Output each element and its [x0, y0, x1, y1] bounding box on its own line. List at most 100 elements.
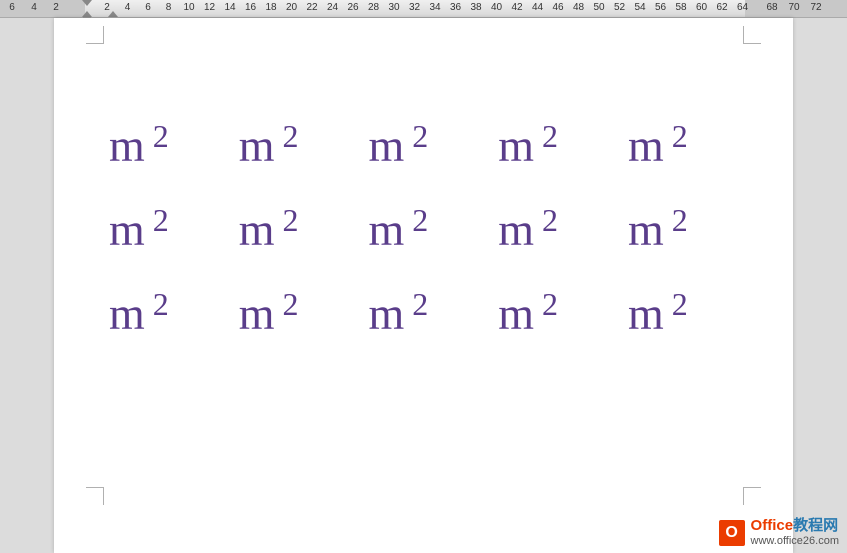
text-cell[interactable]: m2	[369, 202, 479, 256]
cell-superscript: 2	[672, 202, 688, 238]
watermark-logo-icon: O	[719, 520, 745, 546]
ruler-number: 68	[766, 2, 777, 13]
cell-superscript: 2	[672, 286, 688, 322]
cell-superscript: 2	[412, 118, 428, 154]
cell-base: m	[109, 204, 145, 255]
text-cell[interactable]: m2	[628, 202, 738, 256]
horizontal-ruler[interactable]: 6422468101214161820222426283032343638404…	[0, 0, 847, 18]
ruler-number: 32	[409, 2, 420, 13]
cell-superscript: 2	[542, 118, 558, 154]
ruler-number: 24	[327, 2, 338, 13]
ruler-number: 72	[810, 2, 821, 13]
ruler-number: 48	[573, 2, 584, 13]
cell-base: m	[498, 204, 534, 255]
cell-base: m	[369, 288, 405, 339]
text-cell[interactable]: m2	[109, 202, 219, 256]
text-cell[interactable]: m2	[628, 286, 738, 340]
ruler-number: 50	[593, 2, 604, 13]
text-cell[interactable]: m2	[239, 118, 349, 172]
ruler-number: 70	[788, 2, 799, 13]
text-cell[interactable]: m2	[369, 118, 479, 172]
ruler-number: 34	[429, 2, 440, 13]
ruler-number: 54	[634, 2, 645, 13]
text-cell[interactable]: m2	[109, 286, 219, 340]
document-content[interactable]: m2m2m2m2m2m2m2m2m2m2m2m2m2m2m2	[109, 118, 738, 370]
text-row: m2m2m2m2m2	[109, 286, 738, 340]
text-cell[interactable]: m2	[498, 286, 608, 340]
cell-base: m	[369, 204, 405, 255]
cell-superscript: 2	[672, 118, 688, 154]
cell-base: m	[239, 120, 275, 171]
ruler-number: 62	[716, 2, 727, 13]
margin-corner-br	[743, 487, 761, 505]
ruler-number: 20	[286, 2, 297, 13]
watermark-title-1: Office	[751, 517, 794, 534]
cell-base: m	[239, 204, 275, 255]
ruler-number: 40	[491, 2, 502, 13]
ruler-number: 58	[675, 2, 686, 13]
ruler-number: 38	[470, 2, 481, 13]
ruler-number: 12	[204, 2, 215, 13]
cell-superscript: 2	[542, 286, 558, 322]
text-row: m2m2m2m2m2	[109, 118, 738, 172]
cell-base: m	[628, 204, 664, 255]
text-cell[interactable]: m2	[109, 118, 219, 172]
watermark-title-2: 教程网	[793, 517, 838, 534]
watermark: O Office教程网 www.office26.com	[719, 518, 839, 547]
margin-corner-bl	[86, 487, 104, 505]
margin-corner-tl	[86, 26, 104, 44]
text-cell[interactable]: m2	[498, 118, 608, 172]
ruler-number: 2	[53, 2, 59, 13]
ruler-number: 60	[696, 2, 707, 13]
ruler-number: 52	[614, 2, 625, 13]
cell-base: m	[628, 120, 664, 171]
ruler-number: 14	[224, 2, 235, 13]
first-line-indent-marker[interactable]	[82, 0, 92, 6]
cell-superscript: 2	[153, 118, 169, 154]
text-cell[interactable]: m2	[498, 202, 608, 256]
ruler-number: 8	[166, 2, 172, 13]
ruler-number: 6	[9, 2, 15, 13]
ruler-number: 4	[125, 2, 131, 13]
cell-superscript: 2	[153, 286, 169, 322]
cell-base: m	[109, 288, 145, 339]
ruler-number: 6	[145, 2, 151, 13]
cell-base: m	[498, 120, 534, 171]
cell-base: m	[109, 120, 145, 171]
margin-corner-tr	[743, 26, 761, 44]
ruler-number: 22	[306, 2, 317, 13]
ruler-number: 30	[388, 2, 399, 13]
cell-superscript: 2	[153, 202, 169, 238]
watermark-text: Office教程网 www.office26.com	[751, 518, 839, 547]
cell-superscript: 2	[283, 118, 299, 154]
text-cell[interactable]: m2	[239, 286, 349, 340]
ruler-number: 44	[532, 2, 543, 13]
cell-base: m	[239, 288, 275, 339]
watermark-url: www.office26.com	[751, 535, 839, 547]
ruler-number: 56	[655, 2, 666, 13]
tab-marker[interactable]	[108, 11, 118, 17]
cell-superscript: 2	[283, 286, 299, 322]
ruler-number: 36	[450, 2, 461, 13]
ruler-number: 16	[245, 2, 256, 13]
cell-superscript: 2	[542, 202, 558, 238]
ruler-number: 28	[368, 2, 379, 13]
ruler-numbers: 6422468101214161820222426283032343638404…	[0, 0, 847, 17]
cell-base: m	[628, 288, 664, 339]
text-cell[interactable]: m2	[239, 202, 349, 256]
text-cell[interactable]: m2	[369, 286, 479, 340]
cell-superscript: 2	[283, 202, 299, 238]
text-cell[interactable]: m2	[628, 118, 738, 172]
ruler-number: 64	[737, 2, 748, 13]
cell-base: m	[369, 120, 405, 171]
ruler-number: 18	[265, 2, 276, 13]
ruler-number: 10	[183, 2, 194, 13]
cell-superscript: 2	[412, 286, 428, 322]
ruler-number: 46	[552, 2, 563, 13]
ruler-number: 26	[347, 2, 358, 13]
cell-base: m	[498, 288, 534, 339]
document-page[interactable]: m2m2m2m2m2m2m2m2m2m2m2m2m2m2m2	[54, 18, 793, 553]
ruler-number: 42	[511, 2, 522, 13]
ruler-number: 4	[31, 2, 37, 13]
cell-superscript: 2	[412, 202, 428, 238]
